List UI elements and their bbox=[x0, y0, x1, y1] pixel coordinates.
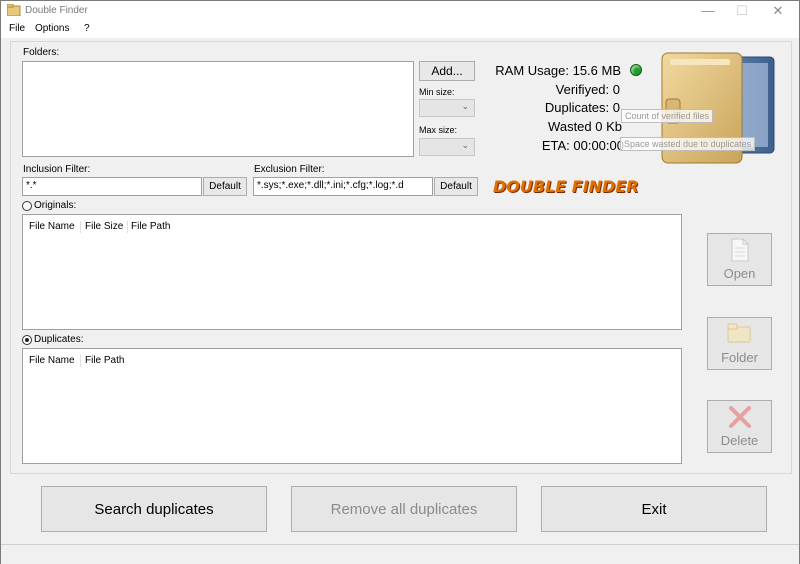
inclusion-filter-label: Inclusion Filter: bbox=[23, 164, 91, 175]
radio-selected-dot bbox=[25, 338, 29, 342]
min-size-label: Min size: bbox=[419, 87, 455, 97]
duplicates-col-file-path[interactable]: File Path bbox=[85, 355, 124, 366]
exclusion-filter-value: *.sys;*.exe;*.dll;*.ini;*.cfg;*.log;*.d bbox=[257, 180, 404, 191]
search-duplicates-button[interactable]: Search duplicates bbox=[41, 486, 267, 532]
minimize-button[interactable]: — bbox=[691, 1, 725, 21]
exclusion-filter-label: Exclusion Filter: bbox=[254, 164, 325, 175]
min-size-dropdown[interactable]: ⌄ bbox=[419, 99, 475, 117]
menu-options[interactable]: Options bbox=[35, 23, 69, 34]
maximize-button[interactable]: ☐ bbox=[725, 1, 759, 21]
app-folder-icon bbox=[6, 3, 21, 17]
folder-icon bbox=[727, 323, 751, 346]
folders-label: Folders: bbox=[23, 47, 60, 58]
verified-count: Verifiyed: 0 bbox=[555, 82, 620, 97]
status-bar bbox=[1, 544, 799, 564]
inclusion-filter-input[interactable]: *.* bbox=[22, 177, 202, 196]
inclusion-filter-value: *.* bbox=[26, 180, 37, 191]
ram-indicator-icon bbox=[630, 64, 642, 76]
inclusion-default-button[interactable]: Default bbox=[203, 177, 247, 196]
max-size-label: Max size: bbox=[419, 125, 458, 135]
menu-file[interactable]: File bbox=[9, 23, 25, 34]
chevron-down-icon: ⌄ bbox=[461, 140, 469, 150]
eta-time: ETA: 00:00:00 bbox=[541, 138, 624, 153]
wasted-size: Wasted 0 Kb bbox=[548, 119, 622, 134]
exit-button[interactable]: Exit bbox=[541, 486, 767, 532]
column-separator bbox=[127, 221, 128, 233]
delete-button-label: Delete bbox=[720, 433, 759, 448]
wasted-tooltip: Space wasted due to duplicates bbox=[620, 137, 756, 151]
menu-bar: File Options ? bbox=[1, 21, 799, 38]
menu-help[interactable]: ? bbox=[84, 23, 90, 34]
duplicates-label: Duplicates: bbox=[34, 334, 84, 345]
open-button-label: Open bbox=[723, 266, 756, 281]
duplicates-col-file-name[interactable]: File Name bbox=[29, 355, 75, 366]
ram-usage-text: RAM Usage: 15.6 MB bbox=[495, 63, 621, 78]
originals-col-file-path[interactable]: File Path bbox=[131, 221, 170, 232]
column-separator bbox=[80, 221, 81, 233]
duplicates-radio[interactable] bbox=[22, 335, 32, 345]
originals-col-file-name[interactable]: File Name bbox=[29, 221, 75, 232]
exit-label: Exit bbox=[641, 500, 667, 518]
minimize-icon: — bbox=[701, 3, 715, 18]
window-title: Double Finder bbox=[25, 5, 88, 16]
originals-list[interactable]: File Name File Size File Path bbox=[22, 214, 682, 330]
originals-col-file-size[interactable]: File Size bbox=[85, 221, 123, 232]
verified-tooltip: Count of verified files bbox=[621, 109, 714, 123]
max-size-dropdown[interactable]: ⌄ bbox=[419, 138, 475, 156]
duplicates-list[interactable]: File Name File Path bbox=[22, 348, 682, 464]
max-size-value bbox=[420, 137, 426, 152]
min-size-value bbox=[420, 98, 426, 113]
remove-all-duplicates-button[interactable]: Remove all duplicates bbox=[291, 486, 517, 532]
remove-all-label: Remove all duplicates bbox=[330, 500, 478, 518]
document-icon bbox=[730, 238, 750, 265]
search-duplicates-label: Search duplicates bbox=[94, 500, 214, 518]
exclusion-filter-input[interactable]: *.sys;*.exe;*.dll;*.ini;*.cfg;*.log;*.d bbox=[253, 177, 433, 196]
chevron-down-icon: ⌄ bbox=[461, 101, 469, 111]
delete-x-icon bbox=[728, 405, 752, 432]
app-window: Double Finder — ☐ ✕ File Options ? Folde… bbox=[0, 0, 800, 564]
folders-list[interactable] bbox=[22, 61, 414, 157]
originals-label: Originals: bbox=[34, 200, 77, 211]
close-button[interactable]: ✕ bbox=[761, 1, 795, 21]
add-folder-button[interactable]: Add... bbox=[419, 61, 475, 81]
column-separator bbox=[80, 355, 81, 367]
exclusion-default-button[interactable]: Default bbox=[434, 177, 478, 196]
delete-button[interactable]: Delete bbox=[707, 400, 772, 453]
originals-radio[interactable] bbox=[22, 201, 32, 211]
duplicates-count: Duplicates: 0 bbox=[544, 100, 620, 115]
folder-button-label: Folder bbox=[721, 350, 758, 365]
maximize-icon: ☐ bbox=[736, 3, 748, 18]
close-icon: ✕ bbox=[772, 3, 784, 18]
logo-text: DOUBLE FINDER bbox=[493, 177, 639, 196]
open-button[interactable]: Open bbox=[707, 233, 772, 286]
title-bar: Double Finder — ☐ ✕ bbox=[1, 1, 799, 21]
open-folder-button[interactable]: Folder bbox=[707, 317, 772, 370]
